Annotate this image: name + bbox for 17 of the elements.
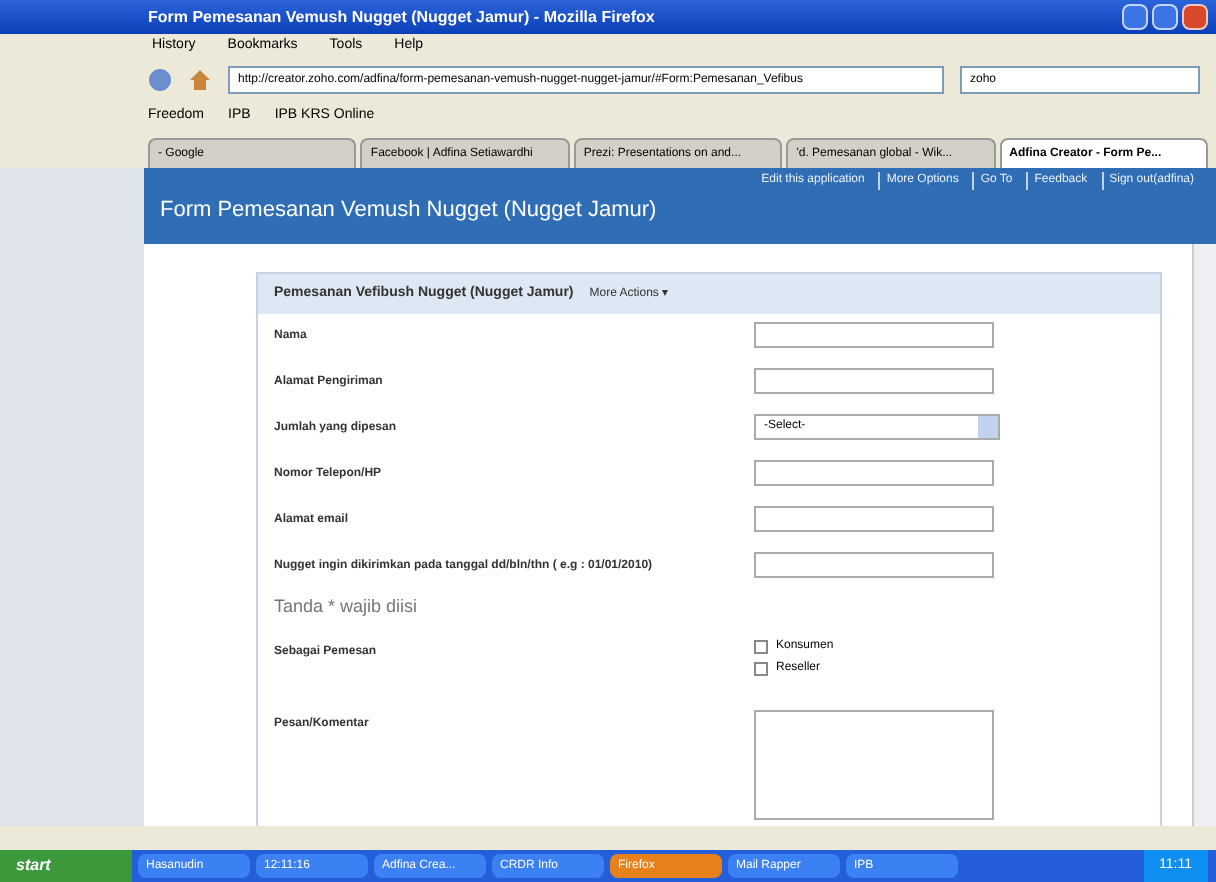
text-area[interactable] [754,710,994,820]
window-title: Form Pemesanan Vemush Nugget (Nugget Jamur) - Mozilla Firefox [148,5,655,29]
text-field[interactable] [754,368,994,394]
required-note: Tanda * wajib diisi [274,594,418,620]
app-title: Form Pemesanan Vemush Nugget (Nugget Jamur) [160,196,659,226]
home-icon[interactable] [188,68,212,92]
scrollbar[interactable] [1192,244,1216,826]
start-button[interactable]: start [0,850,132,882]
minimize-button[interactable] [1122,4,1148,30]
maximize-button[interactable] [1152,4,1178,30]
text-field[interactable] [754,322,994,348]
text-field[interactable] [754,552,994,578]
checkbox[interactable] [754,640,768,654]
close-button[interactable] [1182,4,1208,30]
text-field[interactable] [754,506,994,532]
text-field[interactable] [754,460,994,486]
checkbox[interactable] [754,662,768,676]
